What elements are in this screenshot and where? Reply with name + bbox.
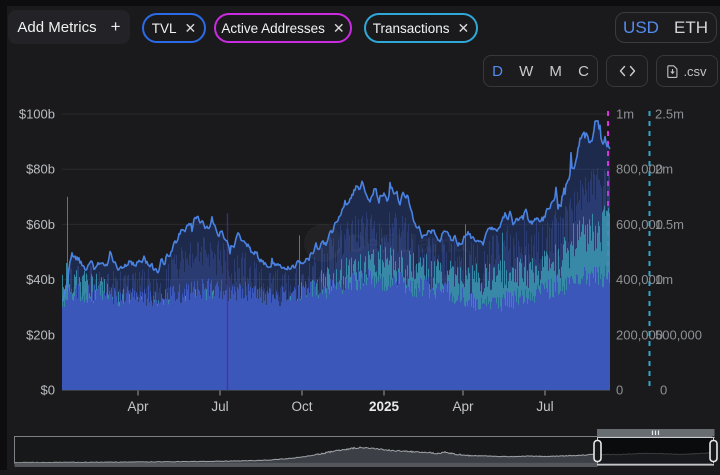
svg-text:$100b: $100b xyxy=(19,107,55,122)
svg-text:1.5m: 1.5m xyxy=(655,217,684,232)
svg-text:2m: 2m xyxy=(655,162,673,177)
svg-text:500,000: 500,000 xyxy=(655,327,702,342)
svg-text:$40b: $40b xyxy=(26,272,55,287)
svg-text:0: 0 xyxy=(660,383,667,398)
svg-text:Apr: Apr xyxy=(452,399,474,414)
svg-text:DefiLlama: DefiLlama xyxy=(348,230,469,258)
svg-text:2.5m: 2.5m xyxy=(655,107,684,122)
svg-text:Apr: Apr xyxy=(127,399,149,414)
svg-text:$80b: $80b xyxy=(26,162,55,177)
svg-text:Jul: Jul xyxy=(536,399,553,414)
svg-text:0: 0 xyxy=(616,383,623,398)
svg-text:Jul: Jul xyxy=(211,399,228,414)
svg-text:1m: 1m xyxy=(655,272,673,287)
svg-text:2025: 2025 xyxy=(369,399,400,414)
svg-text:$60b: $60b xyxy=(26,217,55,232)
svg-text:$20b: $20b xyxy=(26,327,55,342)
svg-text:1m: 1m xyxy=(616,107,634,122)
svg-text:Oct: Oct xyxy=(291,399,312,414)
svg-text:$0: $0 xyxy=(41,383,55,398)
